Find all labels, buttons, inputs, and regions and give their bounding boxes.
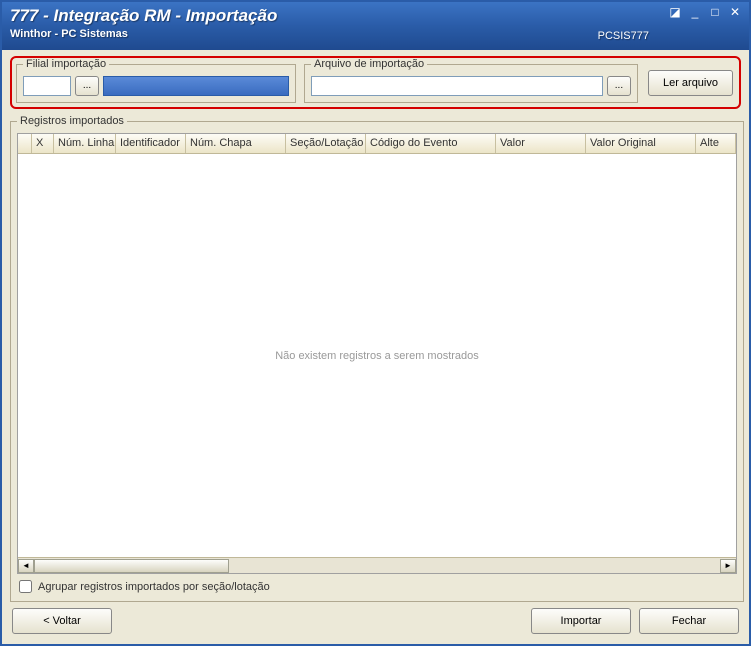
col-orig[interactable]: Valor Original: [586, 134, 696, 153]
group-checkbox-label: Agrupar registros importados por seção/l…: [38, 581, 270, 593]
grid-body: Não existem registros a serem mostrados: [18, 154, 736, 557]
col-secao[interactable]: Seção/Lotação: [286, 134, 366, 153]
records-group: Registros importados X Núm. Linha Identi…: [10, 115, 744, 602]
arquivo-browse-button[interactable]: ...: [607, 76, 631, 96]
scroll-track[interactable]: [34, 559, 720, 573]
app-window: 777 - Integração RM - Importação Winthor…: [0, 0, 751, 646]
footer-buttons: < Voltar Importar Fechar: [10, 608, 741, 636]
window-title: 777 - Integração RM - Importação: [10, 6, 741, 26]
filial-lookup-button[interactable]: ...: [75, 76, 99, 96]
col-ident[interactable]: Identificador: [116, 134, 186, 153]
grid-header: X Núm. Linha Identificador Núm. Chapa Se…: [18, 134, 736, 154]
filial-group: Filial importação ...: [16, 58, 296, 103]
filial-display: [103, 76, 289, 96]
window-controls: ◪ _ □ ✕: [667, 6, 743, 20]
titlebar: 777 - Integração RM - Importação Winthor…: [2, 2, 749, 50]
col-x[interactable]: X: [32, 134, 54, 153]
close-icon[interactable]: ✕: [727, 6, 743, 20]
col-evento[interactable]: Código do Evento: [366, 134, 496, 153]
window-code: PCSIS777: [598, 30, 649, 42]
scroll-left-icon[interactable]: ◄: [18, 559, 34, 573]
horizontal-scrollbar[interactable]: ◄ ►: [18, 557, 736, 573]
col-chapa[interactable]: Núm. Chapa: [186, 134, 286, 153]
close-button[interactable]: Fechar: [639, 608, 739, 634]
col-linha[interactable]: Núm. Linha: [54, 134, 116, 153]
filial-group-label: Filial importação: [23, 58, 109, 70]
scroll-right-icon[interactable]: ►: [720, 559, 736, 573]
content-area: Filial importação ... Arquivo de importa…: [2, 50, 749, 644]
back-button[interactable]: < Voltar: [12, 608, 112, 634]
group-by-section-checkbox[interactable]: [19, 580, 32, 593]
scroll-thumb[interactable]: [34, 559, 229, 573]
records-grid: X Núm. Linha Identificador Núm. Chapa Se…: [17, 133, 737, 574]
arquivo-group-label: Arquivo de importação: [311, 58, 427, 70]
col-valor[interactable]: Valor: [496, 134, 586, 153]
records-group-label: Registros importados: [17, 115, 127, 127]
col-alt[interactable]: Alte: [696, 134, 736, 153]
grid-empty-message: Não existem registros a serem mostrados: [275, 350, 479, 362]
import-button[interactable]: Importar: [531, 608, 631, 634]
col-indicator[interactable]: [18, 134, 32, 153]
group-checkbox-row: Agrupar registros importados por seção/l…: [17, 574, 737, 595]
filial-code-input[interactable]: [23, 76, 71, 96]
arquivo-group: Arquivo de importação ...: [304, 58, 638, 103]
minimize-icon[interactable]: _: [687, 6, 703, 20]
maximize-icon[interactable]: □: [707, 6, 723, 20]
read-file-button[interactable]: Ler arquivo: [648, 70, 733, 96]
restore-icon[interactable]: ◪: [667, 6, 683, 20]
arquivo-path-input[interactable]: [311, 76, 603, 96]
import-params-row: Filial importação ... Arquivo de importa…: [10, 56, 741, 109]
